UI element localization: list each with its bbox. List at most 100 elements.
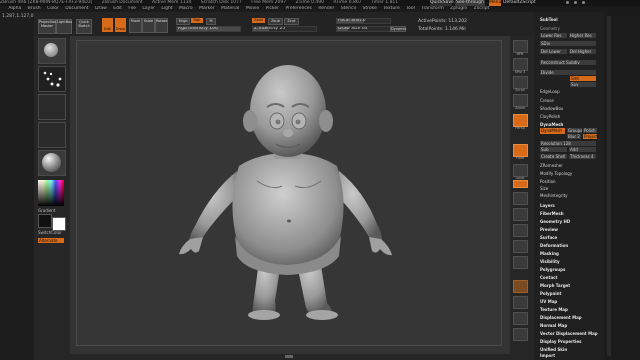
surface-palette[interactable]: Surface	[540, 235, 557, 240]
fibermesh-palette[interactable]: FiberMesh	[540, 211, 564, 216]
rotate-button[interactable]: Rotate	[155, 18, 168, 33]
menu-item[interactable]: Transform	[421, 6, 443, 11]
mrgb-button[interactable]: Mrgb	[176, 18, 190, 25]
import-palette[interactable]: Import	[540, 353, 555, 358]
shadowbox-section[interactable]: ShadowBox	[540, 106, 563, 111]
mesh-integrity-section[interactable]: MeshIntegrity	[540, 193, 568, 198]
layers-palette[interactable]: Layers	[540, 203, 555, 208]
rotate-view-button[interactable]	[513, 240, 528, 253]
gradient-label[interactable]: Gradient	[38, 208, 55, 213]
position-section[interactable]: Position	[540, 179, 556, 184]
secondary-color-swatch[interactable]	[38, 214, 52, 228]
menu-item[interactable]: Zplugin	[450, 6, 467, 11]
subtool-palette-header[interactable]: SubTool	[540, 17, 558, 22]
maximize-icon[interactable]	[574, 1, 577, 4]
displacement-map-palette[interactable]: Displacement Map	[540, 315, 582, 320]
minimize-icon[interactable]	[566, 1, 569, 4]
display-properties-palette[interactable]: Display Properties	[540, 339, 581, 344]
polish-toggle[interactable]: Polish	[583, 128, 597, 133]
edit-button[interactable]: Edit	[102, 18, 113, 32]
color-picker[interactable]	[38, 180, 64, 206]
dynamesh-section[interactable]: DynaMesh	[540, 122, 563, 127]
solo-button[interactable]	[513, 312, 528, 325]
draw-button[interactable]: Draw	[115, 18, 126, 32]
suv-toggle[interactable]: Suv	[570, 82, 596, 87]
create-shell-button[interactable]: Create Shell	[540, 154, 567, 159]
alpha-thumbnail[interactable]	[38, 94, 66, 120]
modify-topology-section[interactable]: Modify Topology	[540, 171, 572, 176]
polygroups-palette[interactable]: Polygroups	[540, 267, 565, 272]
menu-item[interactable]: Edit	[113, 6, 122, 11]
menu-item[interactable]: Layer	[142, 6, 155, 11]
menu-item[interactable]: Alpha	[8, 6, 21, 11]
quick-sketch-button[interactable]: Quick Sketch	[76, 19, 92, 34]
menu-item[interactable]: Draw	[95, 6, 107, 11]
menu-item[interactable]: Stroke	[362, 6, 376, 11]
zadd-button[interactable]: Zadd	[252, 18, 265, 23]
menu-item[interactable]: Document	[65, 6, 88, 11]
preview-palette[interactable]: Preview	[540, 227, 558, 232]
add-button[interactable]: Add	[569, 147, 596, 152]
focal-shift-slider[interactable]: Focal Shift 0	[336, 18, 391, 24]
lightbox-button[interactable]: LightBox	[56, 19, 72, 34]
geometry-hd-palette[interactable]: Geometry HD	[540, 219, 570, 224]
menu-item[interactable]: Light	[161, 6, 172, 11]
menu-item[interactable]: Tool	[406, 6, 415, 11]
xpose-button[interactable]	[513, 328, 528, 341]
higher-res-button[interactable]: Higher Res	[569, 33, 596, 38]
draw-size-slider[interactable]: Draw Size 64	[336, 26, 391, 32]
crease-section[interactable]: Crease	[540, 98, 554, 103]
project-toggle[interactable]: Project	[583, 134, 598, 139]
document-canvas[interactable]	[76, 40, 502, 346]
dynamic-button[interactable]: Dynamic	[390, 26, 406, 32]
scale-button[interactable]: Scale	[142, 18, 155, 33]
main-color-swatch[interactable]	[52, 217, 66, 231]
smt-toggle[interactable]: Smt	[570, 76, 596, 81]
edgeloop-section[interactable]: EdgeLoop	[540, 89, 560, 94]
move-view-button[interactable]	[513, 208, 528, 221]
scroll-handle[interactable]	[285, 355, 293, 358]
lower-res-button[interactable]: Lower Res	[540, 33, 567, 38]
thickness-slider[interactable]: Thickness 4	[569, 154, 596, 159]
z-intensity-slider[interactable]: Z Intensity 25	[252, 26, 317, 32]
sdiv-slider[interactable]: SDiv	[540, 41, 596, 46]
polypaint-palette[interactable]: Polypaint	[540, 291, 561, 296]
menu-item[interactable]: Color	[47, 6, 59, 11]
menu-item[interactable]: Texture	[383, 6, 399, 11]
uv-map-palette[interactable]: UV Map	[540, 299, 557, 304]
normal-map-palette[interactable]: Normal Map	[540, 323, 567, 328]
reconstruct-subdiv-button[interactable]: Reconstruct Subdiv	[540, 60, 596, 65]
groups-toggle[interactable]: Groups	[567, 128, 582, 133]
projection-master-button[interactable]: Projection Master	[38, 19, 56, 34]
contact-palette[interactable]: Contact	[540, 275, 557, 280]
menu-item[interactable]: Render	[318, 6, 334, 11]
deformation-palette[interactable]: Deformation	[540, 243, 568, 248]
menu-item[interactable]: Stencil	[341, 6, 356, 11]
menu-item[interactable]: Zscript	[474, 6, 490, 11]
menu-item[interactable]: Movie	[246, 6, 259, 11]
texture-map-palette[interactable]: Texture Map	[540, 307, 568, 312]
xyz-button[interactable]	[513, 180, 528, 188]
texture-thumbnail[interactable]	[38, 122, 66, 148]
frame-button[interactable]	[513, 192, 528, 205]
zsub-button[interactable]: Zsub	[268, 18, 283, 25]
tray-scrollbar[interactable]	[604, 12, 640, 360]
rgb-intensity-slider[interactable]: Rgb Intensity 100	[176, 26, 241, 32]
scale-view-button[interactable]	[513, 224, 528, 237]
brush-thumbnail[interactable]	[38, 38, 66, 64]
close-icon[interactable]	[582, 1, 585, 4]
m-button[interactable]: M	[206, 18, 216, 25]
menu-item[interactable]: File	[128, 6, 136, 11]
menu-item[interactable]: Preferences	[285, 6, 311, 11]
blur-slider[interactable]: Blur 2	[567, 134, 581, 139]
vector-displacement-map-palette[interactable]: Vector Displacement Map	[540, 331, 598, 336]
rgb-button[interactable]: Rgb	[191, 18, 203, 23]
visibility-palette[interactable]: Visibility	[540, 259, 560, 264]
scroll-track[interactable]	[607, 16, 611, 356]
stroke-thumbnail[interactable]	[38, 66, 66, 92]
unified-skin-palette[interactable]: Unified Skin	[540, 347, 567, 352]
dynamesh-button[interactable]: DynaMesh	[540, 128, 565, 134]
zcut-button[interactable]: Zcut	[284, 18, 299, 25]
morph-target-palette[interactable]: Morph Target	[540, 283, 570, 288]
claypolish-section[interactable]: ClayPolish	[540, 114, 560, 119]
